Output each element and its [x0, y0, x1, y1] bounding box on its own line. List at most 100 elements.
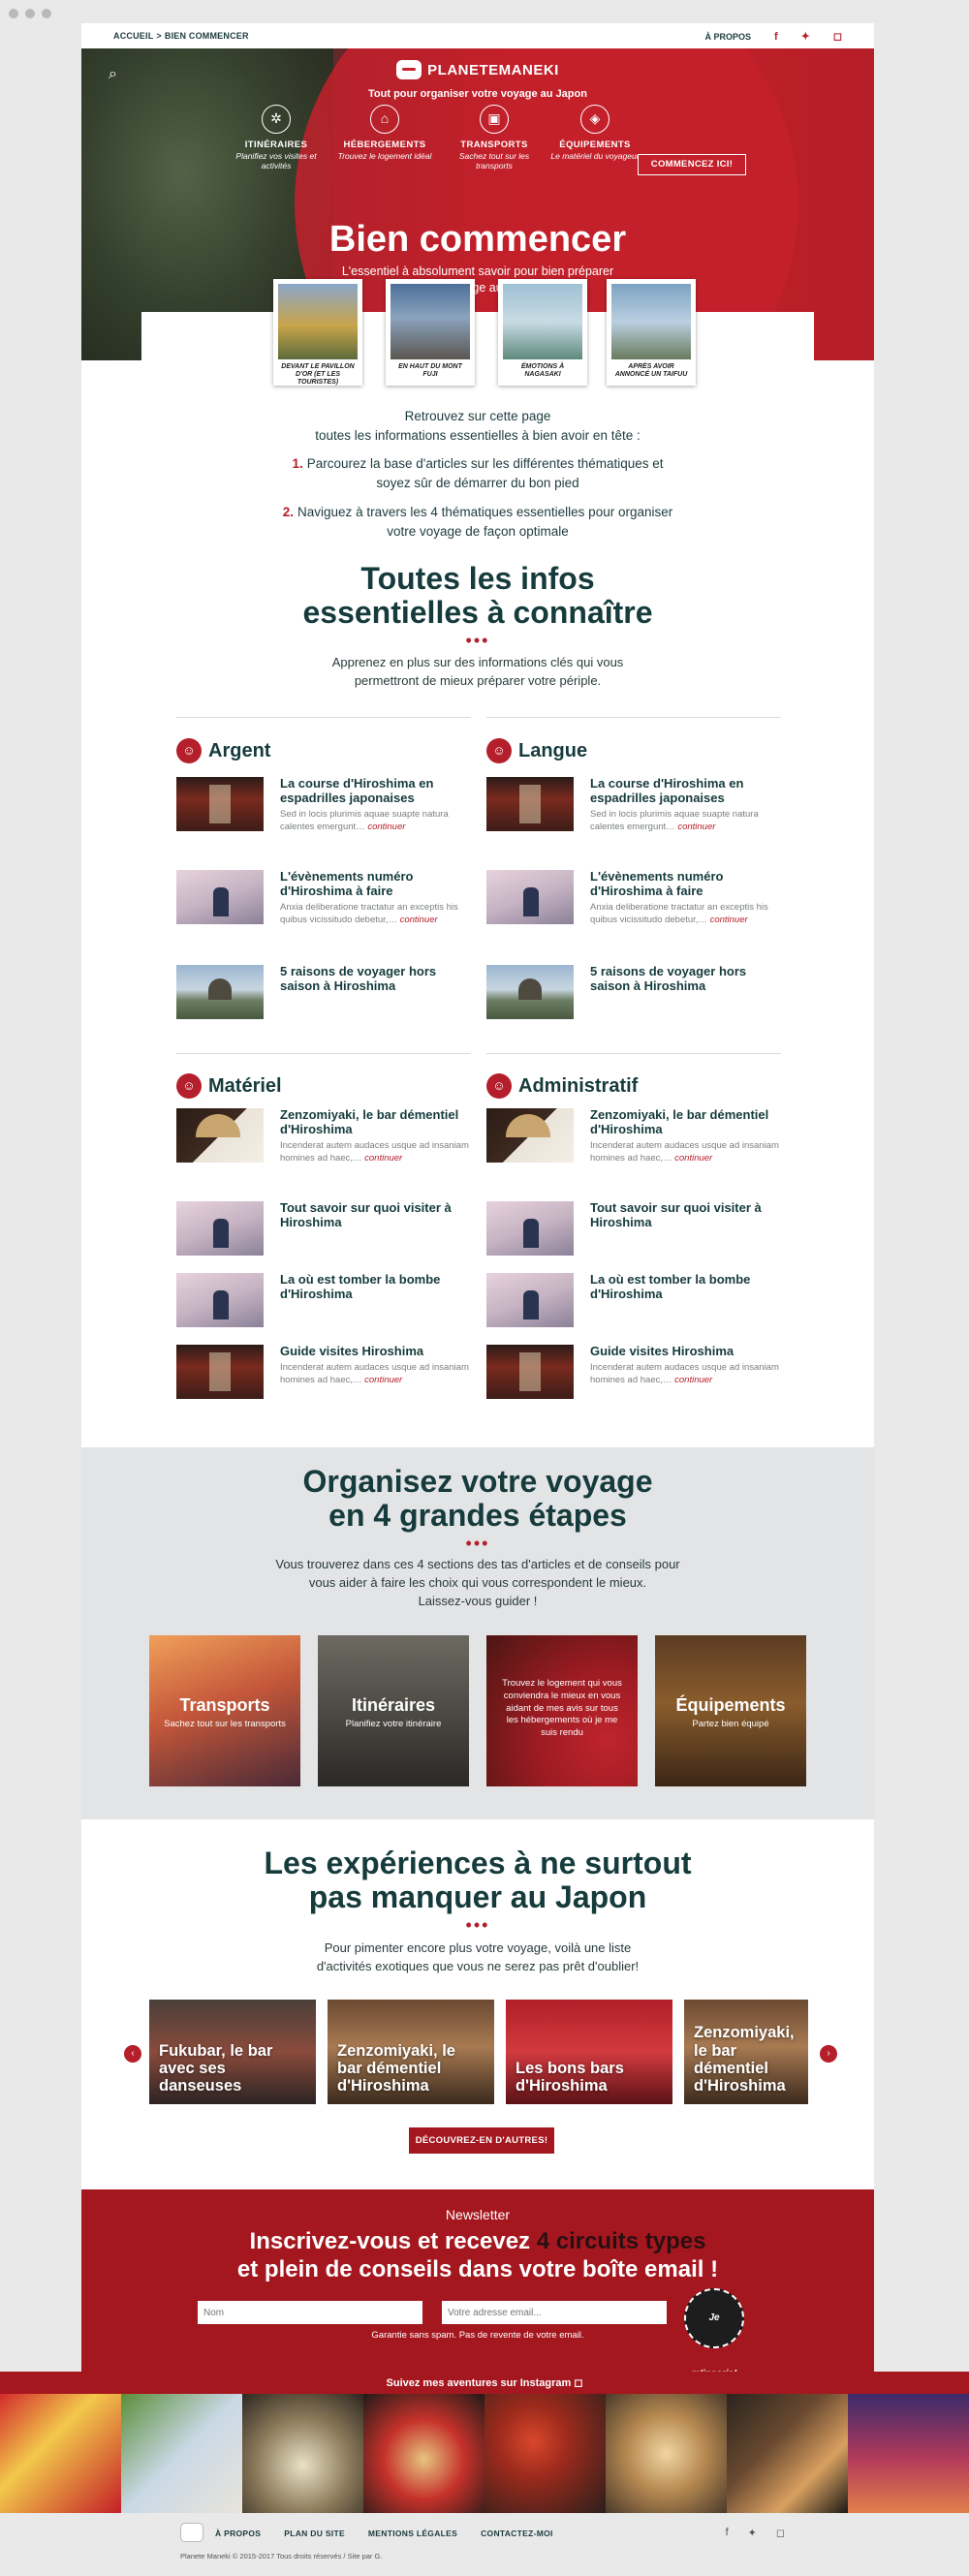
article-title[interactable]: L'évènements numéro d'Hiroshima à faire: [280, 869, 471, 899]
article-card[interactable]: Guide visites Hiroshima Incenderat autem…: [176, 1344, 471, 1412]
article-thumbnail[interactable]: [176, 1273, 264, 1327]
window-close-dot[interactable]: [9, 9, 18, 18]
continue-link[interactable]: continuer: [677, 822, 715, 832]
article-title[interactable]: L'évènements numéro d'Hiroshima à faire: [590, 869, 781, 899]
article-card[interactable]: La où est tomber la bombe d'Hiroshima: [176, 1272, 471, 1341]
instagram-icon[interactable]: ◻: [833, 30, 842, 43]
article-card[interactable]: La course d'Hiroshima en espadrilles jap…: [176, 776, 471, 845]
article-card[interactable]: 5 raisons de voyager hors saison à Hiros…: [176, 964, 471, 1033]
article-card[interactable]: La où est tomber la bombe d'Hiroshima: [486, 1272, 781, 1341]
experience-card[interactable]: Les bons bars d'Hiroshima: [506, 2000, 672, 2104]
breadcrumb-current: BIEN COMMENCER: [164, 31, 249, 41]
hero-nav-itineraires[interactable]: ✲ ITINÉRAIRES Planifiez vos visites et a…: [228, 105, 325, 171]
category-title[interactable]: Matériel: [208, 1075, 282, 1098]
article-card[interactable]: Guide visites Hiroshima Incenderat autem…: [486, 1344, 781, 1412]
instagram-photo[interactable]: [242, 2394, 363, 2513]
experience-card[interactable]: Zenzomiyaki, le bar démentiel d'Hiroshim…: [328, 2000, 494, 2104]
article-title[interactable]: La course d'Hiroshima en espadrilles jap…: [590, 776, 781, 806]
continue-link[interactable]: continuer: [400, 915, 438, 925]
article-thumbnail[interactable]: [486, 965, 574, 1019]
twitter-icon[interactable]: ✦: [801, 30, 810, 43]
article-title[interactable]: Zenzomiyaki, le bar démentiel d'Hiroshim…: [590, 1107, 781, 1137]
instagram-photo[interactable]: [727, 2394, 848, 2513]
footer-link-legal[interactable]: MENTIONS LÉGALES: [368, 2529, 457, 2538]
facebook-icon[interactable]: f: [774, 31, 778, 43]
instagram-photo[interactable]: [121, 2394, 242, 2513]
discover-more-button[interactable]: DÉCOUVREZ-EN D'AUTRES!: [409, 2127, 554, 2154]
experience-card[interactable]: Fukubar, le bar avec ses danseuses: [149, 2000, 316, 2104]
hero-nav-hebergements[interactable]: ⌂ HÉBERGEMENTS Trouvez le logement idéal: [336, 105, 433, 162]
article-title[interactable]: La où est tomber la bombe d'Hiroshima: [590, 1272, 781, 1302]
instagram-photo[interactable]: [848, 2394, 969, 2513]
article-thumbnail[interactable]: [176, 965, 264, 1019]
category-title[interactable]: Langue: [518, 740, 587, 762]
article-title[interactable]: 5 raisons de voyager hors saison à Hiros…: [590, 964, 781, 994]
site-logo[interactable]: PLANETEMANEKI Tout pour organiser votre …: [81, 60, 874, 100]
subscribe-button[interactable]: Je m'inscris!: [684, 2288, 744, 2372]
article-thumbnail[interactable]: [176, 1108, 264, 1163]
article-thumbnail[interactable]: [486, 1273, 574, 1327]
article-title[interactable]: Zenzomiyaki, le bar démentiel d'Hiroshim…: [280, 1107, 471, 1137]
article-card[interactable]: L'évènements numéro d'Hiroshima à faire …: [176, 869, 471, 938]
article-title[interactable]: Tout savoir sur quoi visiter à Hiroshima: [590, 1200, 781, 1230]
article-card[interactable]: Zenzomiyaki, le bar démentiel d'Hiroshim…: [176, 1107, 471, 1176]
article-title[interactable]: La où est tomber la bombe d'Hiroshima: [280, 1272, 471, 1302]
article-card[interactable]: La course d'Hiroshima en espadrilles jap…: [486, 776, 781, 845]
start-here-button[interactable]: COMMENCEZ ICI!: [638, 154, 746, 175]
article-title[interactable]: Guide visites Hiroshima: [280, 1344, 471, 1359]
continue-link[interactable]: continuer: [710, 915, 748, 925]
article-thumbnail[interactable]: [176, 1201, 264, 1256]
instagram-photo[interactable]: [484, 2394, 606, 2513]
section-dots: •••: [465, 1534, 490, 1553]
carousel-next-button[interactable]: ›: [820, 2045, 837, 2063]
article-card[interactable]: Tout savoir sur quoi visiter à Hiroshima: [176, 1200, 471, 1269]
article-title[interactable]: Guide visites Hiroshima: [590, 1344, 781, 1359]
continue-link[interactable]: continuer: [364, 1375, 402, 1385]
article-title[interactable]: Tout savoir sur quoi visiter à Hiroshima: [280, 1200, 471, 1230]
step-card-hebergements[interactable]: Trouvez le logement qui vous conviendra …: [486, 1635, 638, 1786]
footer-logo[interactable]: [180, 2523, 203, 2542]
footer-link-sitemap[interactable]: PLAN DU SITE: [284, 2529, 345, 2538]
step-card-transports[interactable]: Transports Sachez tout sur les transport…: [149, 1635, 300, 1786]
hero-nav-transports[interactable]: ▣ TRANSPORTS Sachez tout sur les transpo…: [446, 105, 543, 171]
article-thumbnail[interactable]: [486, 1201, 574, 1256]
article-thumbnail[interactable]: [486, 870, 574, 924]
instagram-photo[interactable]: [363, 2394, 484, 2513]
about-link[interactable]: À PROPOS: [704, 32, 751, 42]
window-zoom-dot[interactable]: [42, 9, 51, 18]
twitter-icon[interactable]: ✦: [748, 2527, 757, 2539]
article-thumbnail[interactable]: [176, 870, 264, 924]
article-card[interactable]: Tout savoir sur quoi visiter à Hiroshima: [486, 1200, 781, 1269]
footer-link-contact[interactable]: CONTACTEZ-MOI: [481, 2529, 553, 2538]
experience-card[interactable]: Zenzomiyaki, le bar démentiel d'Hiroshim…: [684, 2000, 808, 2104]
article-title[interactable]: 5 raisons de voyager hors saison à Hiros…: [280, 964, 471, 994]
article-thumbnail[interactable]: [486, 1108, 574, 1163]
article-thumbnail[interactable]: [176, 777, 264, 831]
article-thumbnail[interactable]: [176, 1345, 264, 1399]
instagram-photo[interactable]: [0, 2394, 121, 2513]
footer-link-about[interactable]: À PROPOS: [215, 2529, 261, 2538]
article-title[interactable]: La course d'Hiroshima en espadrilles jap…: [280, 776, 471, 806]
article-thumbnail[interactable]: [486, 777, 574, 831]
carousel-prev-button[interactable]: ‹: [124, 2045, 141, 2063]
continue-link[interactable]: continuer: [367, 822, 405, 832]
hero-nav-equipements[interactable]: ◈ ÉQUIPEMENTS Le matériel du voyageur: [547, 105, 643, 162]
article-card[interactable]: L'évènements numéro d'Hiroshima à faire …: [486, 869, 781, 938]
instagram-icon[interactable]: ◻: [776, 2527, 785, 2539]
article-thumbnail[interactable]: [486, 1345, 574, 1399]
continue-link[interactable]: continuer: [674, 1375, 712, 1385]
name-input[interactable]: [198, 2301, 422, 2324]
step-card-itineraires[interactable]: Itinéraires Planifiez votre itinéraire: [318, 1635, 469, 1786]
continue-link[interactable]: continuer: [674, 1153, 712, 1164]
article-card[interactable]: Zenzomiyaki, le bar démentiel d'Hiroshim…: [486, 1107, 781, 1176]
continue-link[interactable]: continuer: [364, 1153, 402, 1164]
article-card[interactable]: 5 raisons de voyager hors saison à Hiros…: [486, 964, 781, 1033]
window-minimize-dot[interactable]: [25, 9, 35, 18]
email-input[interactable]: [442, 2301, 667, 2324]
breadcrumb-home[interactable]: ACCUEIL: [113, 31, 153, 41]
category-title[interactable]: Argent: [208, 740, 270, 762]
facebook-icon[interactable]: f: [726, 2527, 729, 2539]
instagram-photo[interactable]: [606, 2394, 727, 2513]
step-card-equipements[interactable]: Équipements Partez bien équipé: [655, 1635, 806, 1786]
category-title[interactable]: Administratif: [518, 1075, 638, 1098]
